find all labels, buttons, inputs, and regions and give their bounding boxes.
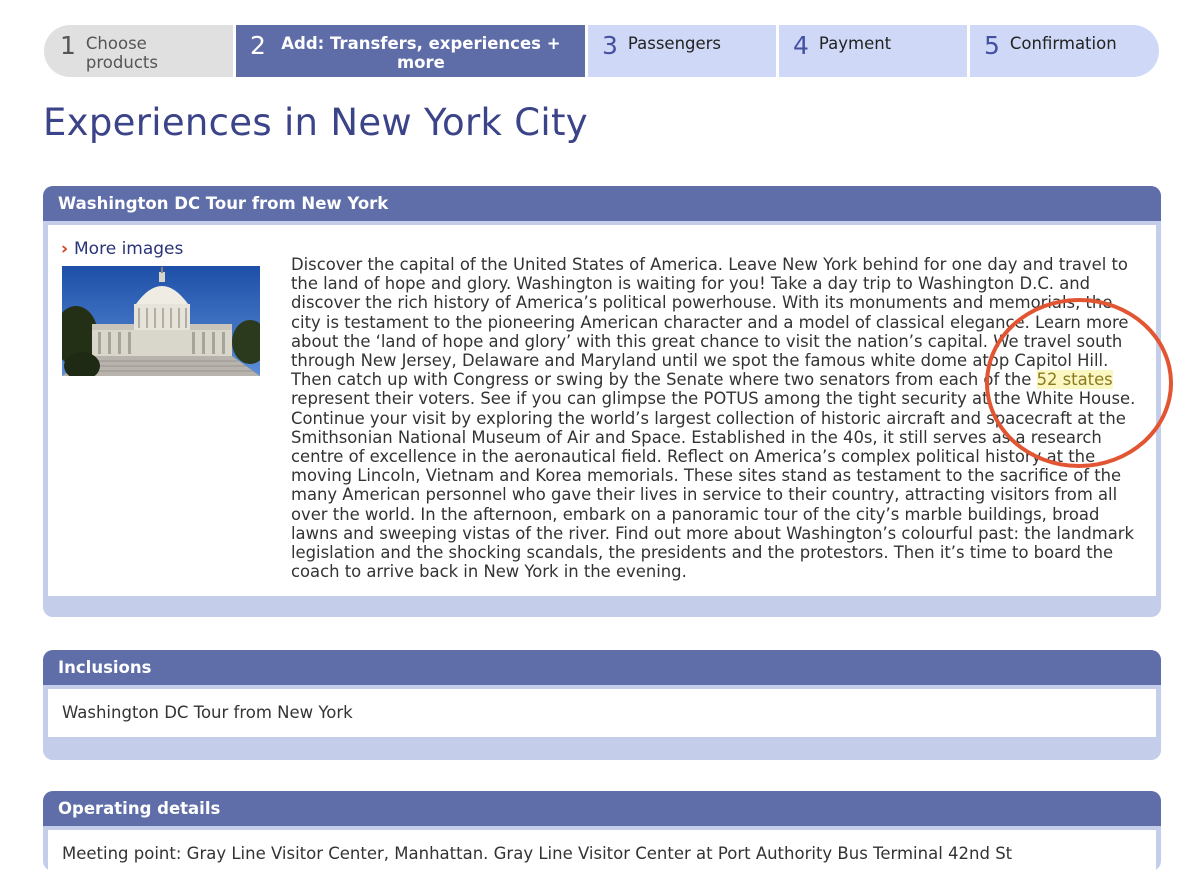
tour-title: Washington DC Tour from New York: [43, 186, 1161, 221]
step-choose-products[interactable]: 1 Choose products: [44, 25, 233, 77]
step-add-extras: 2 Add: Transfers, experiences + more: [236, 25, 585, 77]
step-number: 4: [793, 31, 809, 60]
step-confirmation: 5 Confirmation: [970, 25, 1159, 77]
step-payment: 4 Payment: [779, 25, 967, 77]
capitol-image: [62, 266, 260, 376]
page-title: Experiences in New York City: [43, 101, 588, 144]
step-label: Confirmation: [1009, 34, 1117, 53]
step-label: Choose products: [85, 34, 158, 72]
step-number: 2: [250, 31, 266, 60]
step-passengers: 3 Passengers: [588, 25, 776, 77]
capitol-thumbnail[interactable]: [62, 266, 260, 376]
inclusions-panel: Inclusions Washington DC Tour from New Y…: [43, 650, 1161, 760]
booking-steps: 1 Choose products 2 Add: Transfers, expe…: [44, 25, 1160, 77]
step-number: 3: [602, 31, 618, 60]
step-label: Payment: [818, 34, 892, 53]
step-label: Add: Transfers, experiences + more: [281, 34, 561, 72]
step-label: Passengers: [627, 34, 722, 53]
more-images-label: More images: [74, 239, 184, 259]
inclusions-title: Inclusions: [43, 650, 1161, 685]
step-number: 1: [60, 31, 76, 60]
annotation-circle: [985, 298, 1173, 468]
chevron-right-icon: ›: [61, 239, 69, 259]
inclusions-item: Washington DC Tour from New York: [48, 689, 1156, 737]
more-images-link[interactable]: › More images: [61, 239, 183, 259]
operating-details-title: Operating details: [43, 791, 1161, 826]
operating-details-panel: Operating details Meeting point: Gray Li…: [43, 791, 1161, 871]
step-number: 5: [984, 31, 1000, 60]
